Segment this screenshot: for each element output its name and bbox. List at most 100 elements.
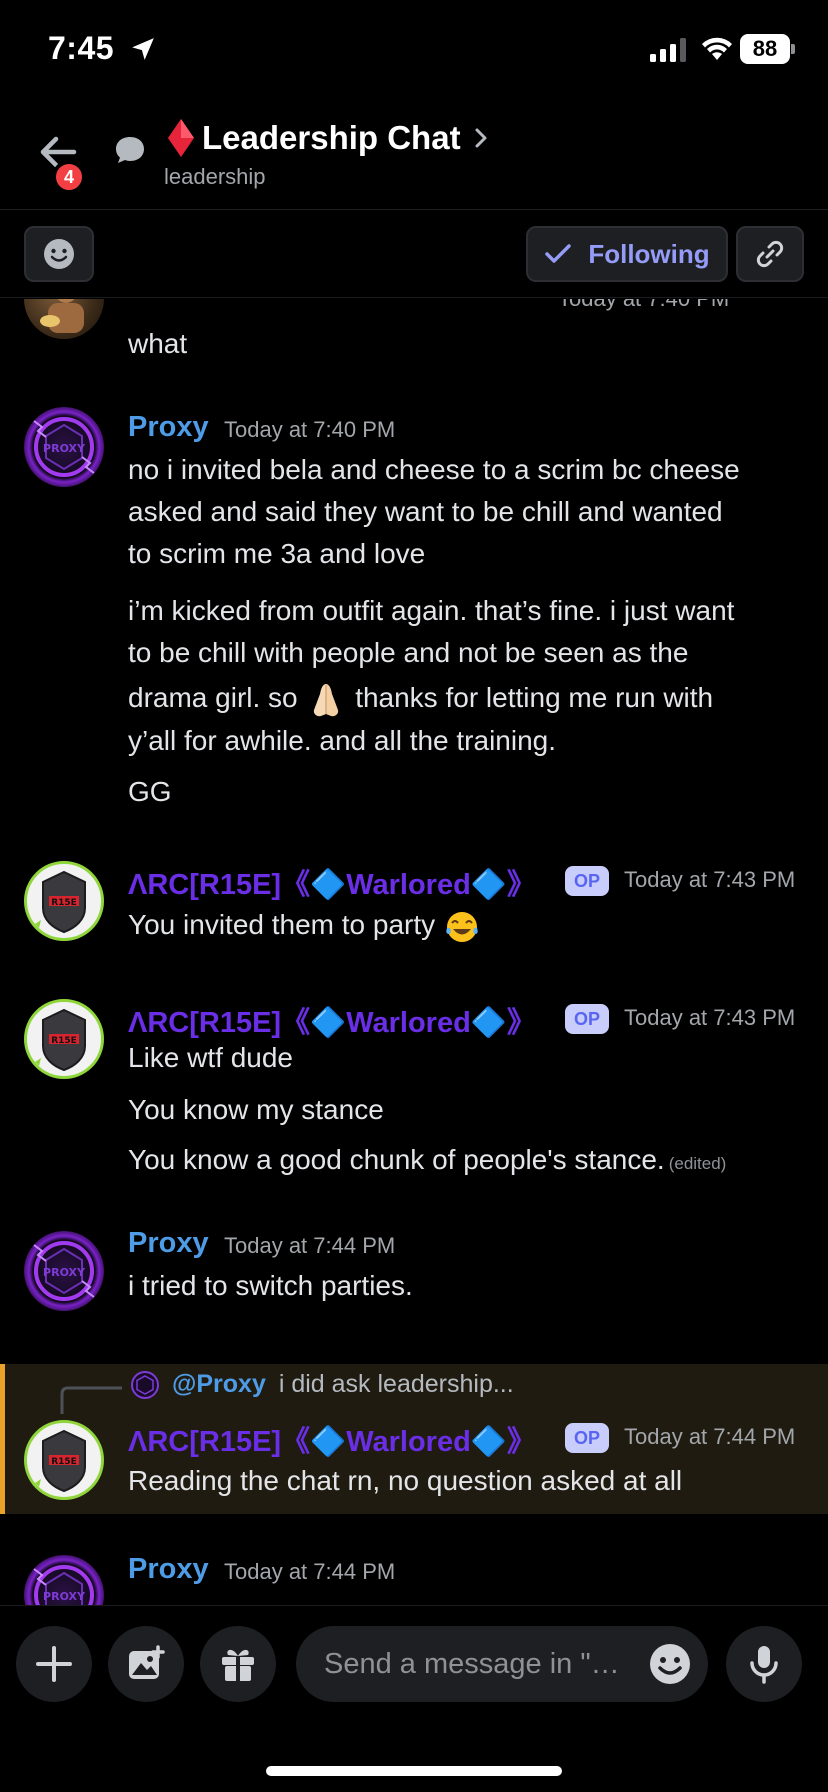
reply-preview[interactable]: @Proxy i did ask leadership... — [172, 1370, 514, 1399]
proxy-logo: PROXY — [33, 1565, 94, 1605]
message-text: i tried to switch parties. — [128, 1270, 413, 1301]
link-icon — [756, 240, 784, 268]
message-timestamp: Today at 7:44 PM — [624, 1424, 796, 1449]
message-composer: Send a message in "… — [0, 1605, 828, 1725]
arc-avatar[interactable]: R15E — [24, 861, 104, 941]
message-timestamp: Today at 7:43 PM — [624, 1005, 796, 1030]
emoji-picker-icon[interactable] — [648, 1642, 692, 1686]
reaction-button[interactable] — [24, 226, 94, 282]
op-badge: OP — [565, 1423, 609, 1453]
proxy-logo: PROXY — [33, 1241, 95, 1301]
arc-avatar[interactable]: R15E — [24, 999, 104, 1079]
arc-logo-text: R15E — [51, 898, 77, 908]
message-timestamp: Today at 7:40 PM — [224, 417, 396, 442]
chevron-right-icon — [475, 128, 487, 148]
channel-title: Leadership Chat — [202, 119, 461, 156]
proxy-logo-text: PROXY — [43, 1590, 86, 1603]
message-timestamp: Today at 7:43 PM — [624, 867, 796, 892]
wifi-icon — [702, 37, 732, 60]
channel-title-row[interactable]: Leadership Chat — [166, 116, 489, 160]
message-text: asked and said they want to be chill and… — [128, 496, 723, 527]
author-name[interactable]: Proxy — [128, 1553, 209, 1586]
message-text: GG — [128, 776, 172, 807]
location-arrow-icon — [132, 38, 154, 60]
thread-toolbar: Following — [0, 210, 828, 298]
op-badge: OP — [565, 1004, 609, 1034]
message-text: to scrim me 3a and love — [128, 538, 426, 569]
cellular-signal-icon — [650, 38, 686, 62]
reply-snippet: i did ask leadership... — [278, 1370, 514, 1398]
message-timestamp: Today at 7:44 PM — [224, 1559, 396, 1584]
message-text: no i invited bela and cheese to a scrim … — [128, 454, 740, 485]
message-text: to be chill with people and not be seen … — [128, 637, 689, 668]
reply-avatar-icon — [131, 1371, 159, 1399]
checkmark-icon — [545, 244, 572, 263]
unread-badge: 4 — [52, 160, 86, 194]
message-text-with-edited: You know a good chunk of people's stance… — [128, 1139, 726, 1185]
arc-logo: R15E — [35, 1429, 86, 1493]
message-text-with-emoji: You invited them to party — [128, 904, 481, 946]
message-text: what — [128, 328, 188, 359]
author-name[interactable]: ΛRC[R15E]《🔷Warlored🔷》 — [128, 1418, 536, 1460]
message-text: drama girl. so — [128, 682, 298, 713]
reply-mention[interactable]: @Proxy — [172, 1370, 266, 1398]
thread-chat-icon — [116, 137, 144, 163]
smiley-icon — [44, 239, 74, 269]
op-badge: OP — [565, 866, 609, 896]
proxy-logo: PROXY — [33, 417, 95, 477]
battery-level: 88 — [740, 34, 790, 64]
message-text: y’all for awhile. and all the training. — [128, 725, 557, 756]
microphone-icon — [750, 1646, 778, 1684]
gift-button[interactable] — [200, 1626, 276, 1702]
message-text: You invited them to party — [128, 909, 436, 940]
edited-tag: (edited) — [668, 1154, 727, 1173]
message-text: i’m kicked from outfit again. that’s fin… — [128, 595, 735, 626]
author-name[interactable]: Proxy — [128, 1227, 209, 1260]
gallery-button[interactable] — [108, 1626, 184, 1702]
proxy-logo-text: PROXY — [43, 1266, 86, 1279]
message-timestamp: Today at 7:40 PM — [558, 299, 729, 312]
arc-logo: R15E — [35, 870, 86, 934]
voice-message-button[interactable] — [726, 1626, 802, 1702]
author-name[interactable]: Proxy — [128, 411, 209, 444]
author-name[interactable]: ΛRC[R15E]《🔷Warlored🔷》 — [128, 999, 536, 1041]
channel-header: 4 Leadership Chat leadership — [0, 100, 828, 210]
arc-avatar[interactable]: R15E — [24, 1420, 104, 1500]
proxy-logo-text: PROXY — [43, 442, 86, 455]
proxy-avatar[interactable]: PROXY — [24, 1231, 104, 1311]
arc-logo: R15E — [35, 1008, 86, 1072]
battery-tip — [791, 44, 795, 54]
message-text: Reading the chat rn, no question asked a… — [128, 1465, 683, 1496]
image-icon — [129, 1645, 165, 1679]
avatar-photo — [40, 299, 84, 333]
add-attachment-button[interactable] — [16, 1626, 92, 1702]
author-name[interactable]: ΛRC[R15E]《🔷Warlored🔷》 — [128, 861, 536, 903]
tears-of-joy-emoji-icon — [446, 911, 478, 942]
plus-icon — [36, 1646, 72, 1682]
status-bar: 7:45 88 — [0, 0, 828, 100]
following-label: Following — [588, 238, 710, 269]
battery-indicator: 88 — [740, 34, 796, 64]
message-timestamp: Today at 7:44 PM — [224, 1233, 396, 1258]
copy-link-button[interactable] — [736, 226, 804, 282]
message-text: Like wtf dude — [128, 1042, 293, 1073]
status-time: 7:45 — [48, 30, 115, 66]
proxy-avatar[interactable]: PROXY — [24, 1555, 104, 1605]
reply-connector — [60, 1386, 122, 1414]
following-button[interactable]: Following — [526, 226, 728, 282]
gift-icon — [222, 1649, 254, 1681]
message-text-with-emoji: drama girl. so thanks for letting me run… — [128, 677, 713, 720]
arc-logo-text: R15E — [51, 1457, 77, 1467]
message-text: You know my stance — [128, 1094, 384, 1125]
message-input[interactable]: Send a message in "… — [296, 1626, 708, 1702]
user-avatar[interactable] — [24, 299, 104, 339]
message-list[interactable]: Today at 7:40 PM what PROXY Proxy Today … — [0, 299, 828, 1605]
channel-subtitle: leadership — [164, 164, 266, 189]
message-text: You know a good chunk of people's stance… — [128, 1144, 665, 1175]
message-text: thanks for letting me run with — [355, 682, 714, 713]
message-input-placeholder: Send a message in "… — [324, 1648, 620, 1680]
arc-logo-text: R15E — [51, 1036, 77, 1046]
proxy-avatar[interactable]: PROXY — [24, 407, 104, 487]
folded-hands-emoji-icon — [314, 683, 339, 716]
home-indicator — [266, 1766, 562, 1776]
